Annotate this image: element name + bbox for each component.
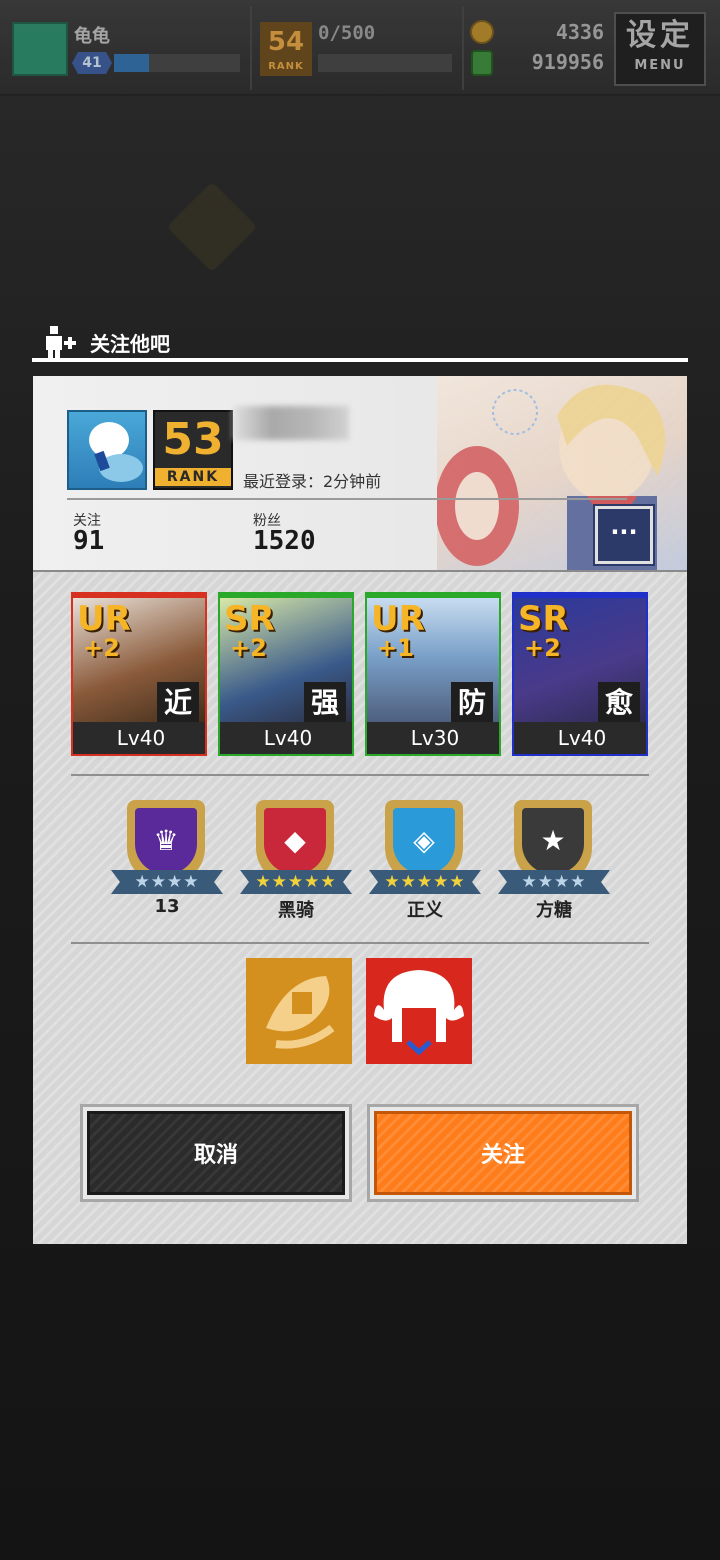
medal-inner: ★: [522, 808, 584, 874]
card-deck: UR +2 近 Lv40 SR +2 强 Lv40 UR +1 防 Lv30 S…: [71, 592, 651, 756]
white-hair-face-icon[interactable]: [366, 958, 472, 1064]
row-divider: [71, 942, 649, 944]
medal[interactable]: ★ ★★★★ 方糖: [496, 796, 612, 926]
following-count: 91: [73, 526, 105, 556]
rank-progress-bar: [318, 54, 452, 72]
medal-name: 方糖: [536, 900, 572, 921]
user-avatar[interactable]: [67, 410, 147, 490]
menu-button[interactable]: 设定 MENU: [614, 12, 706, 86]
player-rank-label: RANK: [268, 61, 304, 72]
follow-button-label: 关注: [374, 1111, 632, 1195]
follow-dialog: 53 RANK 最近登录：2分钟前 关注 91 粉丝 1520 ··· UR +…: [33, 376, 687, 1244]
card-plus: +2: [230, 634, 267, 662]
divider: [250, 6, 252, 90]
player-name: 龟龟: [74, 26, 110, 47]
medal-stars: ★★★★: [134, 872, 200, 892]
exp-bar-fill: [114, 54, 150, 72]
cancel-button[interactable]: 取消: [80, 1104, 352, 1202]
medal[interactable]: ◈ ★★★★★ 正义: [367, 796, 483, 926]
card-slot[interactable]: SR +2 愈 Lv40: [512, 592, 648, 756]
profile-section: 53 RANK 最近登录：2分钟前 关注 91 粉丝 1520 ···: [33, 376, 687, 570]
crown-icon: ♛: [153, 824, 179, 857]
justice-icon: ◈: [413, 824, 435, 857]
row-divider: [71, 774, 649, 776]
medal-name: 黑骑: [278, 900, 314, 921]
top-status-bar: 龟龟 41 54 RANK 0/500 4336 919956 设定 MENU: [0, 0, 720, 96]
card-role: 近: [157, 682, 199, 724]
card-slot[interactable]: UR +2 近 Lv40: [71, 592, 207, 756]
card-role: 愈: [598, 682, 640, 724]
card-plus: +2: [524, 634, 561, 662]
rocket-fist-icon[interactable]: [246, 958, 352, 1064]
card-plus: +2: [83, 634, 120, 662]
exp-bar: [114, 54, 240, 72]
medal-inner: ◈: [393, 808, 455, 874]
card-rarity: UR: [77, 599, 131, 639]
card-role: 防: [451, 682, 493, 724]
medal[interactable]: ♛ ★★★★ 13: [109, 796, 225, 926]
medal[interactable]: ◆ ★★★★★ 黑骑: [238, 796, 354, 926]
fans-count: 1520: [253, 526, 316, 556]
section-divider: [33, 570, 687, 572]
menu-button-sub: MENU: [634, 58, 686, 73]
card-level: Lv40: [73, 722, 205, 754]
star-chevron-icon: ★: [540, 824, 566, 857]
cancel-button-label: 取消: [87, 1111, 345, 1195]
divider: [462, 6, 464, 90]
player-rank-badge: 54 RANK: [260, 22, 312, 76]
last-login-text: 最近登录：2分钟前: [243, 472, 382, 491]
medal-inner: ♛: [135, 808, 197, 874]
add-friend-icon: [46, 326, 76, 360]
medal-stars: ★★★★★: [255, 872, 337, 892]
card-level: Lv40: [514, 722, 646, 754]
crystal-icon: ◆: [284, 824, 306, 857]
player-rank-number: 54: [267, 27, 305, 57]
dialog-title: 关注他吧: [90, 332, 170, 356]
card-plus: +1: [377, 634, 414, 662]
follow-button[interactable]: 关注: [367, 1104, 639, 1202]
medal-inner: ◆: [264, 808, 326, 874]
player-level-badge: 41: [72, 52, 112, 74]
card-rarity: UR: [371, 599, 425, 639]
card-rarity: SR: [518, 599, 569, 639]
card-rarity: SR: [224, 599, 275, 639]
card-slot[interactable]: UR +1 防 Lv30: [365, 592, 501, 756]
coin-count: 4336: [555, 20, 604, 44]
card-slot[interactable]: SR +2 强 Lv40: [218, 592, 354, 756]
dialog-header: 关注他吧: [32, 322, 688, 364]
rank-points: 0/500: [318, 22, 376, 44]
more-options-button[interactable]: ···: [593, 504, 655, 566]
coin-icon: [470, 20, 494, 44]
blurred-username: [233, 406, 349, 440]
gem-count: 919956: [531, 50, 604, 74]
user-rank-number: 53: [162, 414, 224, 465]
profile-divider: [67, 498, 627, 500]
gem-icon: [471, 50, 493, 76]
medal-stars: ★★★★★: [384, 872, 466, 892]
card-level: Lv30: [367, 722, 499, 754]
card-role: 强: [304, 682, 346, 724]
header-underline: [32, 358, 688, 362]
card-level: Lv40: [220, 722, 352, 754]
user-rank-badge: 53 RANK: [153, 410, 233, 490]
medal-name: 正义: [407, 900, 443, 921]
menu-button-label: 设定: [626, 18, 694, 53]
user-rank-label: RANK: [155, 468, 231, 486]
player-avatar-icon[interactable]: [12, 22, 68, 76]
medal-stars: ★★★★: [521, 872, 587, 892]
medal-name: 13: [154, 896, 180, 917]
